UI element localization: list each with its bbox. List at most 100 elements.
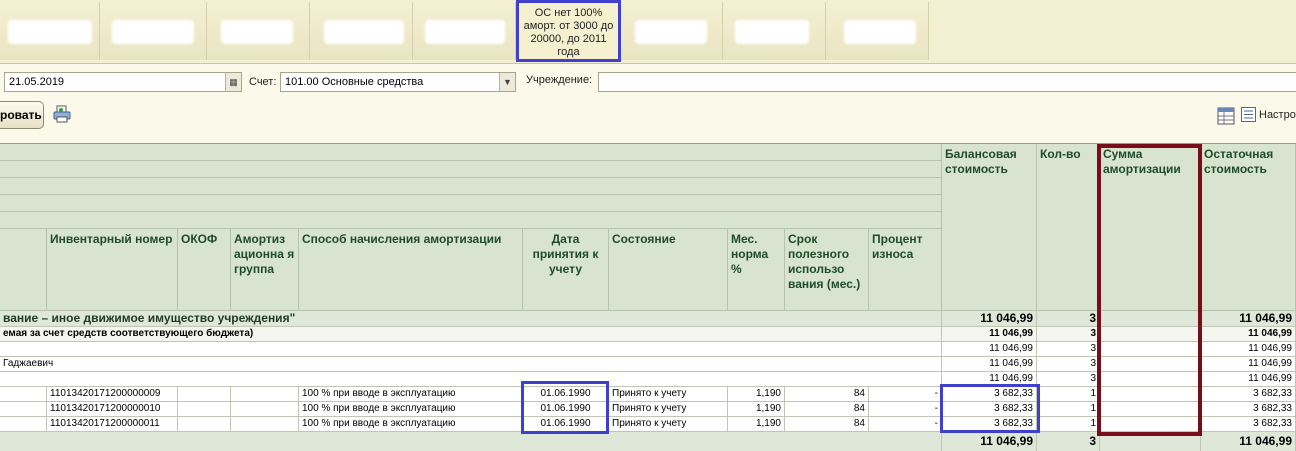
okof-cell (178, 417, 231, 431)
okof-cell (178, 402, 231, 416)
total-qty: 3 (1037, 432, 1100, 451)
wear-cell: - (869, 402, 942, 416)
group-label (0, 342, 942, 356)
group-residual: 11 046,99 (1201, 372, 1296, 386)
account-label: Счет: (249, 76, 277, 88)
header-useful-life: Срок полезного использо вания (мес.) (785, 229, 869, 311)
method-cell: 100 % при вводе в эксплуатацию (299, 417, 523, 431)
group-label: емая за счет средств соответствующего бю… (0, 327, 942, 341)
total-balance: 11 046,99 (942, 432, 1037, 451)
header-band (0, 144, 942, 161)
tab-redacted-6[interactable] (621, 2, 723, 60)
header-band (0, 212, 942, 229)
tab-redacted-5[interactable] (413, 2, 516, 60)
state-cell: Принято к учету (609, 417, 728, 431)
header-quantity: Кол-во (1037, 144, 1100, 311)
amort-group-cell (231, 417, 299, 431)
tab-redacted-4[interactable] (310, 2, 413, 60)
amort-group-cell (231, 402, 299, 416)
tab-active-report[interactable]: ОС нет 100% аморт. от 3000 до 20000, до … (516, 0, 621, 62)
header-amort-group: Амортиз ационна я группа (231, 229, 299, 311)
generate-button[interactable]: ровать (0, 101, 44, 129)
header-state: Состояние (609, 229, 728, 311)
calendar-icon[interactable]: ▦ (225, 73, 241, 91)
total-label (0, 432, 942, 451)
row-blank (0, 417, 47, 431)
header-band (0, 195, 942, 212)
header-blank (0, 229, 47, 311)
wear-cell: - (869, 387, 942, 401)
group-qty: 3 (1037, 342, 1100, 356)
group-balance: 11 046,99 (942, 327, 1037, 341)
tab-redacted-8[interactable] (826, 2, 929, 60)
header-method: Способ начисления амортизации (299, 229, 523, 311)
qty-cell: 1 (1037, 402, 1100, 416)
method-cell: 100 % при вводе в эксплуатацию (299, 402, 523, 416)
header-residual-value: Остаточная стоимость (1201, 144, 1296, 311)
residual-cell: 3 682,33 (1201, 417, 1296, 431)
generate-button-label: ровать (0, 108, 42, 122)
state-cell: Принято к учету (609, 387, 728, 401)
date-value: 21.05.2019 (9, 76, 65, 88)
amortization-highlight-box (1097, 144, 1202, 436)
row-blank (0, 387, 47, 401)
qty-cell: 1 (1037, 417, 1100, 431)
total-residual: 11 046,99 (1201, 432, 1296, 451)
qty-cell: 1 (1037, 387, 1100, 401)
inventory-number-cell: 11013420171200000011 (47, 417, 178, 431)
monthly-rate-cell: 1,190 (728, 402, 785, 416)
group-residual: 11 046,99 (1201, 327, 1296, 341)
row-blank (0, 402, 47, 416)
tab-redacted-1[interactable] (0, 2, 100, 60)
amort-group-cell (231, 387, 299, 401)
group-qty: 3 (1037, 357, 1100, 371)
useful-life-cell: 84 (785, 402, 869, 416)
tab-redacted-2[interactable] (100, 2, 207, 60)
group-label (0, 372, 942, 386)
header-balance-value: Балансовая стоимость (942, 144, 1037, 311)
group-balance: 11 046,99 (942, 342, 1037, 356)
group-residual: 11 046,99 (1201, 357, 1296, 371)
printer-icon[interactable] (53, 105, 71, 123)
institution-field[interactable] (598, 72, 1296, 92)
settings-button[interactable]: Настро (1259, 105, 1296, 125)
header-okof: ОКОФ (178, 229, 231, 311)
state-cell: Принято к учету (609, 402, 728, 416)
tab-redacted-7[interactable] (723, 2, 826, 60)
header-date-accepted: Дата принятия к учету (523, 229, 609, 311)
group-residual: 11 046,99 (1201, 342, 1296, 356)
active-tab-label: ОС нет 100% аморт. от 3000 до 20000, до … (523, 7, 614, 58)
account-select[interactable]: 101.00 Основные средства ▼ (280, 72, 516, 92)
method-cell: 100 % при вводе в эксплуатацию (299, 387, 523, 401)
group-label: Гаджаевич (0, 357, 942, 371)
balance-highlight-box (940, 384, 1040, 433)
group-residual: 11 046,99 (1201, 311, 1296, 326)
header-wear-percent: Процент износа (869, 229, 942, 311)
institution-label: Учреждение: (526, 74, 593, 86)
date-field[interactable]: 21.05.2019 ▦ (4, 72, 242, 92)
header-band (0, 161, 942, 178)
chevron-down-icon[interactable]: ▼ (499, 73, 515, 91)
account-value: 101.00 Основные средства (285, 76, 424, 88)
header-inventory-number: Инвентарный номер (47, 229, 178, 311)
settings-list-icon[interactable] (1241, 107, 1256, 122)
group-balance: 11 046,99 (942, 357, 1037, 371)
inventory-number-cell: 11013420171200000010 (47, 402, 178, 416)
document-tab-bar: ОС нет 100% аморт. от 3000 до 20000, до … (0, 0, 1296, 64)
wear-cell: - (869, 417, 942, 431)
inventory-number-cell: 11013420171200000009 (47, 387, 178, 401)
group-qty: 3 (1037, 311, 1100, 326)
residual-cell: 3 682,33 (1201, 402, 1296, 416)
header-band (0, 178, 942, 195)
okof-cell (178, 387, 231, 401)
group-label: вание – иное движимое имущество учрежден… (0, 311, 942, 326)
monthly-rate-cell: 1,190 (728, 387, 785, 401)
group-qty: 3 (1037, 372, 1100, 386)
residual-cell: 3 682,33 (1201, 387, 1296, 401)
table-layout-icon[interactable] (1217, 107, 1235, 125)
group-balance: 11 046,99 (942, 311, 1037, 326)
tab-redacted-3[interactable] (207, 2, 310, 60)
report-table: Инвентарный номер ОКОФ Амортиз ационна я… (0, 143, 1296, 451)
useful-life-cell: 84 (785, 387, 869, 401)
monthly-rate-cell: 1,190 (728, 417, 785, 431)
